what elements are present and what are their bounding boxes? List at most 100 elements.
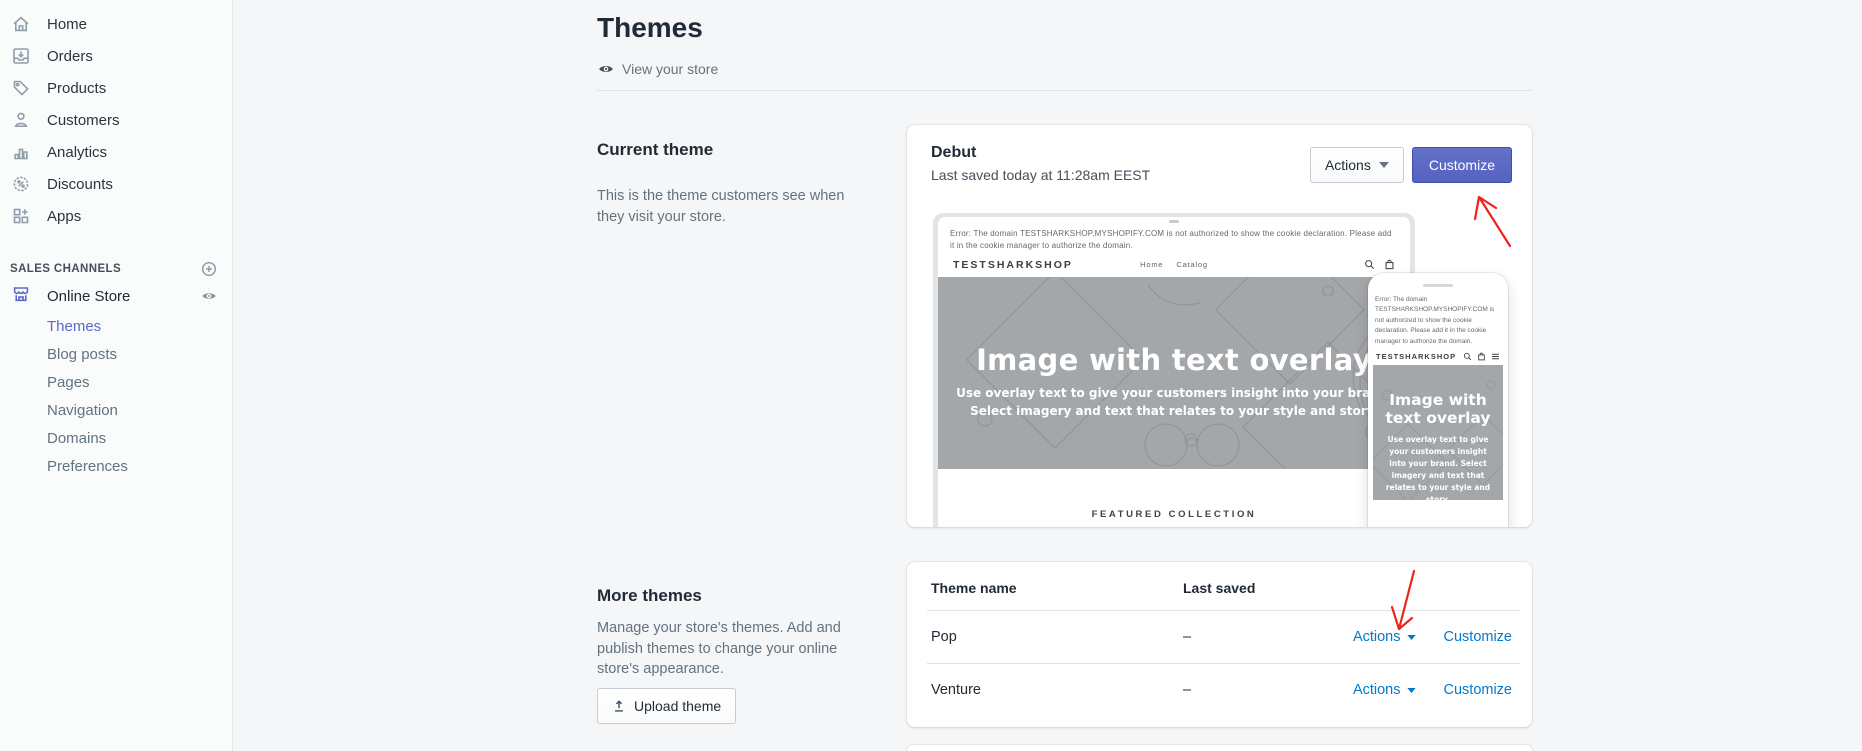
current-theme-last-saved: Last saved today at 11:28am EEST <box>931 167 1151 183</box>
home-icon <box>11 14 31 34</box>
featured-collection-heading: FEATURED COLLECTION <box>1091 508 1257 520</box>
phone-speaker <box>1423 284 1453 287</box>
mobile-preview: Error: The domain TESTSHARKSHOP.MYSHOPIF… <box>1368 273 1508 527</box>
row-customize-link[interactable]: Customize <box>1444 682 1513 698</box>
sub-item-label: Blog posts <box>47 345 118 363</box>
next-card-partial <box>907 745 1532 751</box>
row-actions-label: Actions <box>1352 629 1401 645</box>
cookie-error-text-mobile: Error: The domain TESTSHARKSHOP.MYSHOPIF… <box>1375 296 1495 345</box>
hero-subtitle: Use overlay text to give your customers … <box>956 385 1392 418</box>
upload-theme-button-label: Upload theme <box>634 698 722 714</box>
sidebar-item-label: Home <box>47 15 88 33</box>
sidebar-item-orders[interactable]: Orders <box>0 40 232 72</box>
sub-item-label: Domains <box>47 429 107 447</box>
store-nav-catalog: Catalog <box>1176 260 1208 270</box>
store-name: TESTSHARKSHOP <box>953 258 1073 271</box>
sidebar-item-label: Customers <box>47 111 120 129</box>
customize-button-label: Customize <box>1428 157 1495 173</box>
sales-channels-header: SALES CHANNELS <box>0 258 232 280</box>
sidebar-item-pages[interactable]: Pages <box>0 368 232 396</box>
sub-item-label: Pages <box>47 373 90 391</box>
plus-circle-icon <box>201 261 217 277</box>
upload-icon <box>615 700 623 712</box>
sidebar-item-discounts[interactable]: Discounts <box>0 168 232 200</box>
sidebar-item-products[interactable]: Products <box>0 72 232 104</box>
sidebar-item-themes[interactable]: Themes <box>0 312 232 340</box>
view-store-label: View your store <box>622 61 719 77</box>
caret-down-icon <box>1378 162 1389 168</box>
online-store-label: Online Store <box>47 287 131 305</box>
current-theme-info: Debut Last saved today at 11:28am EEST <box>931 144 1150 183</box>
current-theme-card: Debut Last saved today at 11:28am EEST A… <box>907 125 1532 527</box>
cart-icon <box>1478 352 1485 361</box>
orders-icon <box>11 46 31 66</box>
sidebar-item-label: Products <box>47 79 107 97</box>
online-store-visibility-button[interactable] <box>200 287 218 305</box>
current-theme-description: This is the theme customers see when the… <box>597 188 845 225</box>
view-store-eye-icon <box>599 66 613 72</box>
customize-button[interactable]: Customize <box>1411 147 1512 183</box>
row-actions-link[interactable]: Actions <box>1353 629 1416 645</box>
sub-item-label: Themes <box>47 317 102 335</box>
eye-icon <box>202 293 216 299</box>
theme-name-cell: Pop <box>931 629 957 645</box>
search-icon <box>1365 260 1375 270</box>
hero-title-mobile: Image with text overlay <box>1385 390 1491 427</box>
last-saved-cell: – <box>1183 629 1192 645</box>
current-theme-heading: Current theme <box>597 140 714 159</box>
sidebar-item-label: Orders <box>47 47 93 65</box>
store-nav-home: Home <box>1140 260 1164 270</box>
discounts-icon <box>11 174 31 194</box>
themes-table-header: Theme name Last saved <box>907 562 1532 610</box>
store-name-mobile: TESTSHARKSHOP <box>1376 351 1457 361</box>
more-themes-card: Theme name Last saved Pop – Actions Cust… <box>907 562 1532 727</box>
actions-button-label: Actions <box>1324 157 1371 173</box>
menu-icon <box>1492 353 1499 360</box>
caret-down-icon <box>1406 687 1416 693</box>
column-last-saved: Last saved <box>1183 580 1256 596</box>
sidebar: Home Orders Products Customers Analytics… <box>0 0 233 751</box>
search-icon <box>1463 352 1472 361</box>
row-actions-label: Actions <box>1352 682 1401 698</box>
hero-title: Image with text overlay <box>976 342 1372 377</box>
sidebar-item-preferences[interactable]: Preferences <box>0 452 232 480</box>
cookie-error-text: Error: The domain TESTSHARKSHOP.MYSHOPIF… <box>950 229 1392 251</box>
themes-admin-page: Home Orders Products Customers Analytics… <box>0 0 1862 751</box>
sidebar-item-domains[interactable]: Domains <box>0 424 232 452</box>
current-theme-name: Debut <box>931 144 977 161</box>
online-store-icon <box>11 284 31 308</box>
sidebar-item-home[interactable]: Home <box>0 8 232 40</box>
cart-icon <box>1385 260 1394 270</box>
hero-subtitle-mobile: Use overlay text to give your customers … <box>1385 434 1491 500</box>
sidebar-item-apps[interactable]: Apps <box>0 200 232 232</box>
sidebar-item-label: Discounts <box>47 175 113 193</box>
sub-item-label: Navigation <box>47 401 118 419</box>
apps-icon <box>11 206 31 226</box>
sidebar-item-label: Apps <box>47 207 82 225</box>
view-store-link[interactable]: View your store <box>597 60 718 78</box>
sidebar-item-label: Analytics <box>47 143 108 161</box>
column-theme-name: Theme name <box>931 580 1017 596</box>
actions-button[interactable]: Actions <box>1309 147 1404 183</box>
page-title: Themes <box>597 12 703 43</box>
theme-preview-thumbnail: Error: The domain TESTSHARKSHOP.MYSHOPIF… <box>907 213 1532 527</box>
more-themes-description: Manage your store's themes. Add and publ… <box>597 620 841 677</box>
caret-down-icon <box>1406 634 1416 640</box>
upload-theme-button[interactable]: Upload theme <box>597 688 737 724</box>
analytics-icon <box>11 142 31 162</box>
table-row-pop: Pop – Actions Customize <box>907 611 1532 663</box>
browser-dot <box>1169 220 1179 223</box>
sidebar-item-blog-posts[interactable]: Blog posts <box>0 340 232 368</box>
sidebar-item-navigation[interactable]: Navigation <box>0 396 232 424</box>
sidebar-item-customers[interactable]: Customers <box>0 104 232 136</box>
sidebar-item-online-store[interactable]: Online Store <box>0 280 232 312</box>
theme-name-cell: Venture <box>931 682 981 698</box>
customers-icon <box>11 110 31 130</box>
desktop-preview: Error: The domain TESTSHARKSHOP.MYSHOPIF… <box>933 213 1415 527</box>
row-actions-link[interactable]: Actions <box>1353 682 1416 698</box>
sales-channels-label: SALES CHANNELS <box>10 263 122 275</box>
row-customize-link[interactable]: Customize <box>1444 629 1513 645</box>
add-sales-channel-button[interactable] <box>200 260 218 278</box>
sidebar-item-analytics[interactable]: Analytics <box>0 136 232 168</box>
header-divider <box>597 90 1532 91</box>
